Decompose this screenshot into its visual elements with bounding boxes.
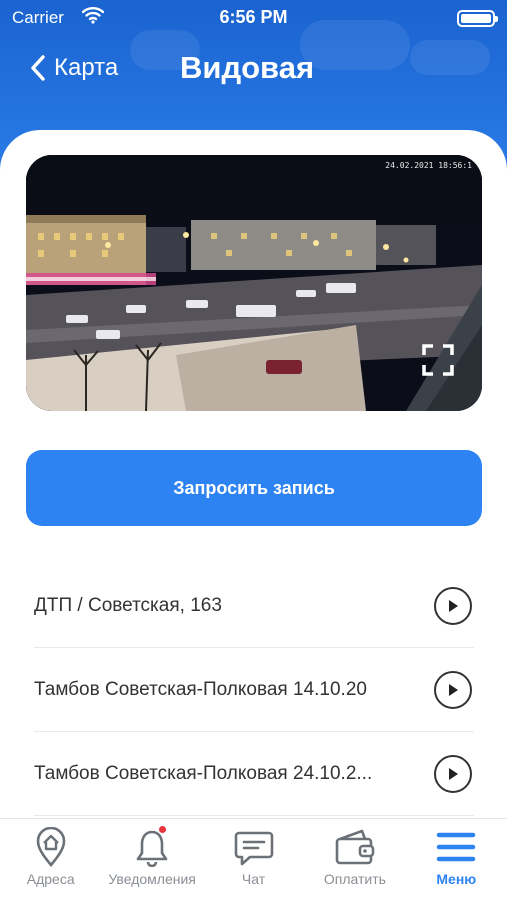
back-button[interactable]: Карта <box>30 50 118 86</box>
page-title: Видовая <box>180 50 315 85</box>
chevron-left-icon <box>31 55 45 81</box>
camera-timestamp: 24.02.2021 18:56:1 <box>385 161 472 170</box>
map-pin-home-icon <box>36 827 66 867</box>
request-record-button[interactable]: Запросить запись <box>26 450 482 526</box>
records-list: ДТП / Советская, 163 Тамбов Советская-По… <box>34 564 474 816</box>
play-icon[interactable] <box>434 587 472 625</box>
status-bar: Carrier 6:56 PM <box>0 0 507 36</box>
record-label: ДТП / Советская, 163 <box>34 594 222 616</box>
record-label: Тамбов Советская-Полковая 14.10.20 <box>34 678 367 700</box>
tab-label: Оплатить <box>323 871 386 887</box>
record-item[interactable]: Тамбов Советская-Полковая 24.10.2... <box>34 732 474 816</box>
play-icon[interactable] <box>434 671 472 709</box>
tab-label: Уведомления <box>108 871 196 887</box>
play-icon[interactable] <box>434 755 472 793</box>
tab-bar: Адреса Уведомления Чат Оплатить Меню <box>0 818 507 900</box>
chat-icon <box>234 831 273 866</box>
tab-addresses[interactable]: Адреса <box>0 819 101 900</box>
back-label: Карта <box>54 54 119 81</box>
wallet-icon <box>335 829 375 865</box>
tab-notifications[interactable]: Уведомления <box>101 819 202 900</box>
tab-label: Меню <box>436 871 477 887</box>
record-label: Тамбов Советская-Полковая 24.10.2... <box>34 762 373 784</box>
fullscreen-icon[interactable] <box>422 344 454 381</box>
tab-chat[interactable]: Чат <box>203 819 304 900</box>
menu-icon <box>437 832 476 862</box>
camera-image <box>26 155 482 411</box>
battery-icon <box>457 10 498 27</box>
camera-view[interactable]: 24.02.2021 18:56:1 <box>26 155 482 411</box>
tab-pay[interactable]: Оплатить <box>304 819 405 900</box>
status-time: 6:56 PM <box>219 7 288 27</box>
record-item[interactable]: ДТП / Советская, 163 <box>34 564 474 648</box>
tab-menu[interactable]: Меню <box>406 819 507 900</box>
tab-label: Адреса <box>26 871 75 887</box>
record-item[interactable]: Тамбов Советская-Полковая 14.10.20 <box>34 648 474 732</box>
tab-label: Чат <box>241 871 266 887</box>
